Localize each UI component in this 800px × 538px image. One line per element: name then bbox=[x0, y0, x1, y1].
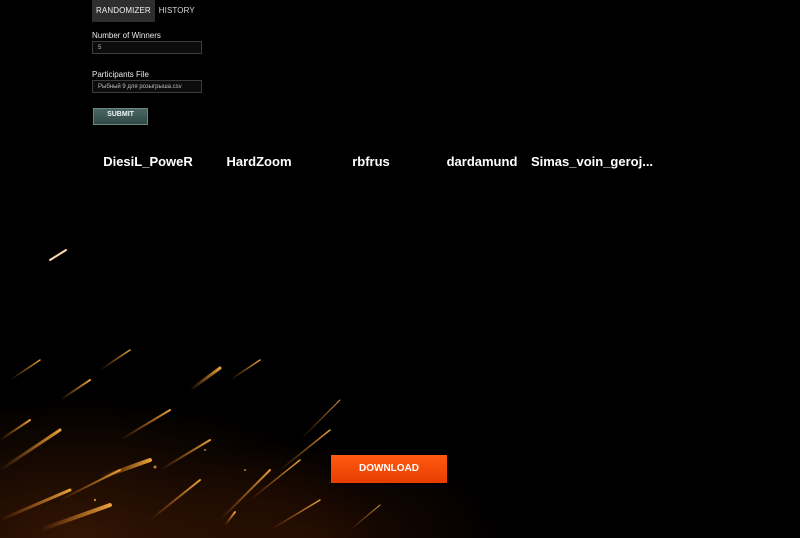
tab-bar: RANDOMIZER HISTORY bbox=[92, 0, 199, 22]
winners-count-input[interactable]: 5 bbox=[92, 41, 202, 54]
winner-name: DiesiL_PoweR bbox=[103, 154, 193, 169]
winners-count-label: Number of Winners bbox=[92, 31, 161, 40]
winner-name: rbfrus bbox=[352, 154, 390, 169]
winner-name: Simas_voin_geroj... bbox=[530, 154, 654, 169]
participants-file-label: Participants File bbox=[92, 70, 149, 79]
winner-name: HardZoom bbox=[226, 154, 292, 169]
winner-name: dardamund bbox=[446, 154, 518, 169]
participants-file-input[interactable]: Рыбный 9 для розыгрыша.csv bbox=[92, 80, 202, 93]
download-button[interactable]: DOWNLOAD bbox=[331, 455, 447, 483]
tab-randomizer[interactable]: RANDOMIZER bbox=[92, 0, 155, 22]
tab-history[interactable]: HISTORY bbox=[155, 0, 199, 22]
submit-button[interactable]: SUBMIT bbox=[93, 108, 148, 125]
